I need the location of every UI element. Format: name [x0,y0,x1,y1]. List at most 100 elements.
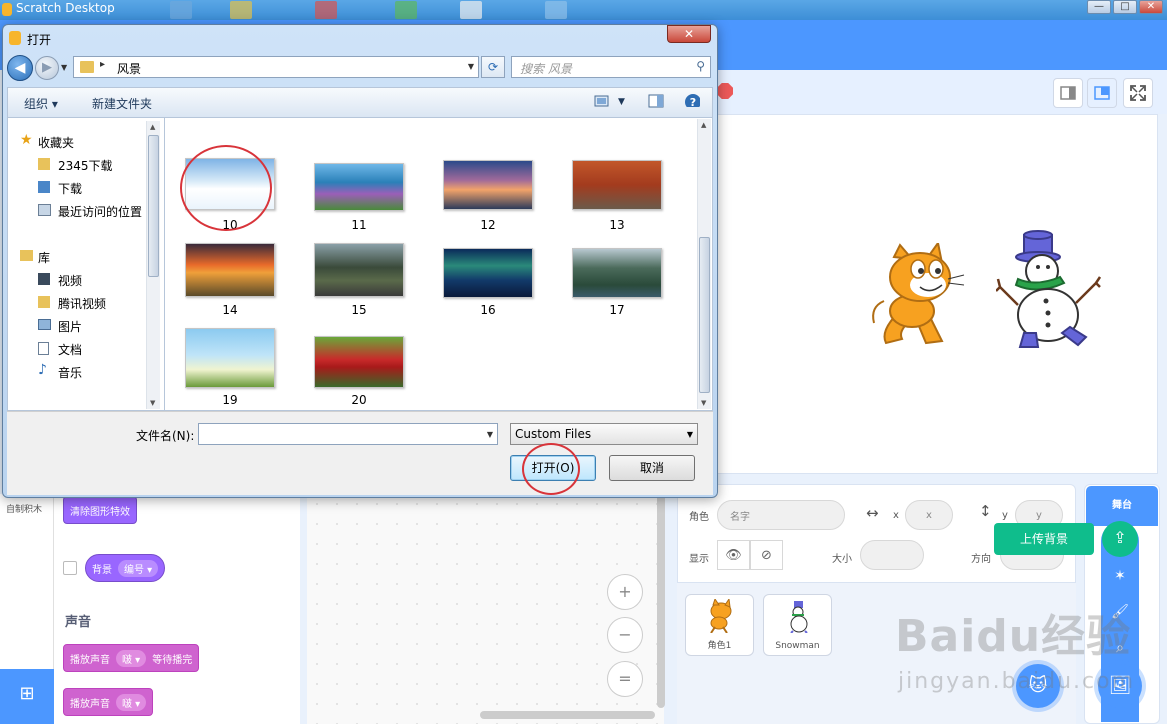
history-dropdown-icon[interactable]: ▼ [61,63,67,72]
filetype-select[interactable]: Custom Files ▼ [510,423,698,445]
hide-eye-icon[interactable]: ⊘ [750,540,783,570]
file-name[interactable]: 14 [185,303,275,317]
upload-icon[interactable]: ⇪ [1102,521,1138,557]
nav-item-2345-downloads[interactable]: 2345下载 [58,157,113,174]
help-icon[interactable]: ? [684,93,700,107]
nav-item-recent-places[interactable]: 最近访问的位置 [58,203,142,220]
filename-dropdown-icon[interactable]: ▼ [487,430,493,439]
svg-text:?: ? [690,96,696,107]
close-window-button[interactable]: ✕ [1139,0,1163,14]
annotation-circle [180,145,272,231]
file-thumbnail[interactable] [572,248,662,298]
file-thumbnail[interactable] [443,248,533,298]
search-icon[interactable]: ⚲ [696,59,705,73]
zoom-reset-button[interactable]: = [607,661,643,697]
file-name[interactable]: 13 [572,218,662,232]
scroll-up-icon[interactable]: ▲ [150,123,155,131]
address-bar[interactable]: ▸ 风景 ▼ [73,56,479,78]
file-thumbnail[interactable] [443,160,533,210]
nav-libraries[interactable]: 库 [38,249,50,266]
file-name[interactable]: 11 [314,218,404,232]
stage-tab[interactable]: 舞台 [1086,486,1158,526]
file-name[interactable]: 16 [443,303,533,317]
scratch-app-icon [2,3,12,16]
file-name[interactable]: 12 [443,218,533,232]
nav-item-downloads[interactable]: 下载 [58,180,82,197]
watermark-url: jingyan.baidu.com [898,669,1136,694]
reporter-checkbox[interactable] [63,561,77,575]
organize-menu[interactable]: 组织 ▾ [24,95,58,112]
preview-pane-icon[interactable] [648,94,664,108]
dialog-close-button[interactable]: ✕ [667,25,711,43]
scroll-down-icon[interactable]: ▼ [701,399,706,407]
show-label: 显示 [689,554,709,565]
stage-canvas[interactable] [717,114,1158,474]
file-thumbnail[interactable] [314,336,404,388]
backdrop-reporter-block[interactable]: 背景 编号 ▾ [85,554,166,582]
play-sound-block[interactable]: 播放声音 啵 ▾ [63,688,154,716]
scroll-thumb[interactable] [148,135,159,277]
stop-icon[interactable] [717,83,733,99]
nav-item-documents[interactable]: 文档 [58,341,82,358]
file-thumbnail[interactable] [185,328,275,388]
file-name[interactable]: 20 [314,393,404,407]
snowman-sprite[interactable] [996,221,1101,353]
add-extension-icon[interactable]: ⊞ [0,669,54,724]
file-thumbnail[interactable] [314,163,404,211]
new-folder-button[interactable]: 新建文件夹 [92,95,152,112]
zoom-out-button[interactable]: − [607,617,643,653]
scroll-down-icon[interactable]: ▼ [150,399,155,407]
show-eye-icon[interactable]: 👁 [717,540,750,570]
file-thumbnail[interactable] [185,243,275,297]
play-sound-until-done-block[interactable]: 播放声音 啵 ▾ 等待播完 [63,644,200,672]
file-thumbnail[interactable] [314,243,404,297]
size-input[interactable] [860,540,924,570]
workspace-vertical-scrollbar[interactable] [657,494,665,708]
filetype-dropdown-icon[interactable]: ▼ [687,430,693,439]
workspace-horizontal-scrollbar[interactable] [480,711,655,719]
nav-item-pictures[interactable]: 图片 [58,318,82,335]
file-thumbnail[interactable] [572,160,662,210]
scroll-up-icon[interactable]: ▲ [701,121,706,129]
surprise-icon[interactable]: ✶ [1102,560,1138,592]
maximize-button[interactable]: □ [1113,0,1137,14]
block-dropdown[interactable]: 啵 ▾ [116,649,147,667]
small-stage-icon[interactable] [1053,78,1083,108]
normal-stage-icon[interactable] [1087,78,1117,108]
change-view-icon[interactable] [594,94,610,108]
file-name[interactable]: 17 [572,303,662,317]
fullscreen-icon[interactable] [1123,78,1153,108]
block-dropdown[interactable]: 啵 ▾ [116,693,147,711]
nav-item-tencent-video[interactable]: 腾讯视频 [58,295,106,312]
cancel-button[interactable]: 取消 [609,455,695,481]
zoom-in-button[interactable]: + [607,574,643,610]
scratch-cat-sprite[interactable] [868,243,968,351]
file-list-scrollbar[interactable]: ▲ ▼ [697,119,711,409]
forward-arrow-icon[interactable]: ▶ [35,56,59,80]
sprite-tile[interactable]: Snowman [763,594,832,656]
nav-favorites[interactable]: 收藏夹 [38,134,74,151]
sprite-name-input[interactable]: 名字 [717,500,845,530]
favorites-star-icon: ★ [20,132,33,148]
block-dropdown[interactable]: 编号 ▾ [118,559,159,577]
category-my-blocks[interactable]: 自制积木 [6,502,42,515]
file-name[interactable]: 15 [314,303,404,317]
address-dropdown-icon[interactable]: ▼ [468,62,474,71]
sprite-tile[interactable]: 角色1 [685,594,754,656]
nav-item-music[interactable]: 音乐 [58,364,82,381]
minimize-button[interactable]: — [1087,0,1111,14]
breadcrumb-separator-icon[interactable]: ▸ [100,59,105,70]
clear-effects-block[interactable]: 清除图形特效 [63,496,137,524]
search-box[interactable]: 搜索 风景 ⚲ [511,56,711,78]
filename-input[interactable]: ▼ [198,423,498,445]
nav-item-videos[interactable]: 视频 [58,272,82,289]
x-input[interactable]: x [905,500,953,530]
view-dropdown-icon[interactable]: ▼ [618,97,625,107]
scroll-thumb[interactable] [699,237,710,393]
file-name[interactable]: 19 [185,393,275,407]
breadcrumb-current-folder[interactable]: 风景 [117,60,141,77]
refresh-icon[interactable]: ⟳ [481,56,505,78]
back-arrow-icon[interactable]: ◀ [7,55,33,81]
x-label: x [893,510,899,521]
nav-pane-scrollbar[interactable]: ▲ ▼ [146,121,160,409]
